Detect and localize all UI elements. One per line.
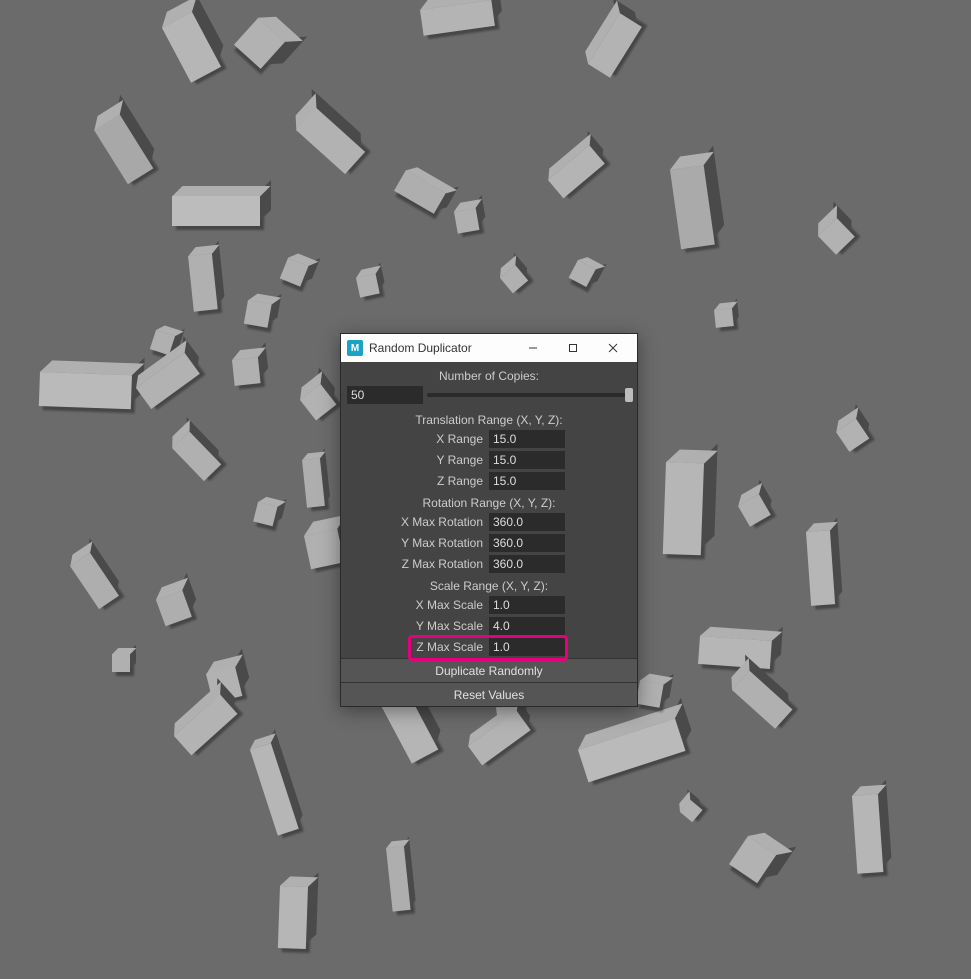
window-title: Random Duplicator [369,341,513,355]
scale-section-label: Scale Range (X, Y, Z): [347,576,631,596]
random-duplicator-dialog: M Random Duplicator Number of Copies: Tr… [340,333,638,707]
x-scale-input[interactable] [489,596,565,614]
y-scale-label: Y Max Scale [347,619,489,633]
close-button[interactable] [593,334,633,362]
y-range-label: Y Range [347,453,489,467]
x-range-input[interactable] [489,430,565,448]
z-rot-input[interactable] [489,555,565,573]
copies-slider-thumb[interactable] [625,388,633,402]
z-scale-input[interactable] [489,638,565,656]
x-rot-label: X Max Rotation [347,515,489,529]
app-icon: M [347,340,363,356]
titlebar[interactable]: M Random Duplicator [341,334,637,362]
z-rot-label: Z Max Rotation [347,557,489,571]
y-rot-label: Y Max Rotation [347,536,489,550]
copies-input[interactable] [347,386,423,404]
z-range-label: Z Range [347,474,489,488]
translation-section-label: Translation Range (X, Y, Z): [347,410,631,430]
y-range-input[interactable] [489,451,565,469]
reset-values-button[interactable]: Reset Values [341,682,637,706]
y-rot-input[interactable] [489,534,565,552]
z-scale-label: Z Max Scale [347,640,489,654]
z-range-input[interactable] [489,472,565,490]
maximize-button[interactable] [553,334,593,362]
duplicate-randomly-button[interactable]: Duplicate Randomly [341,658,637,682]
rotation-section-label: Rotation Range (X, Y, Z): [347,493,631,513]
x-rot-input[interactable] [489,513,565,531]
y-scale-input[interactable] [489,617,565,635]
x-scale-label: X Max Scale [347,598,489,612]
x-range-label: X Range [347,432,489,446]
copies-label: Number of Copies: [347,366,631,386]
minimize-button[interactable] [513,334,553,362]
copies-slider[interactable] [427,393,631,397]
